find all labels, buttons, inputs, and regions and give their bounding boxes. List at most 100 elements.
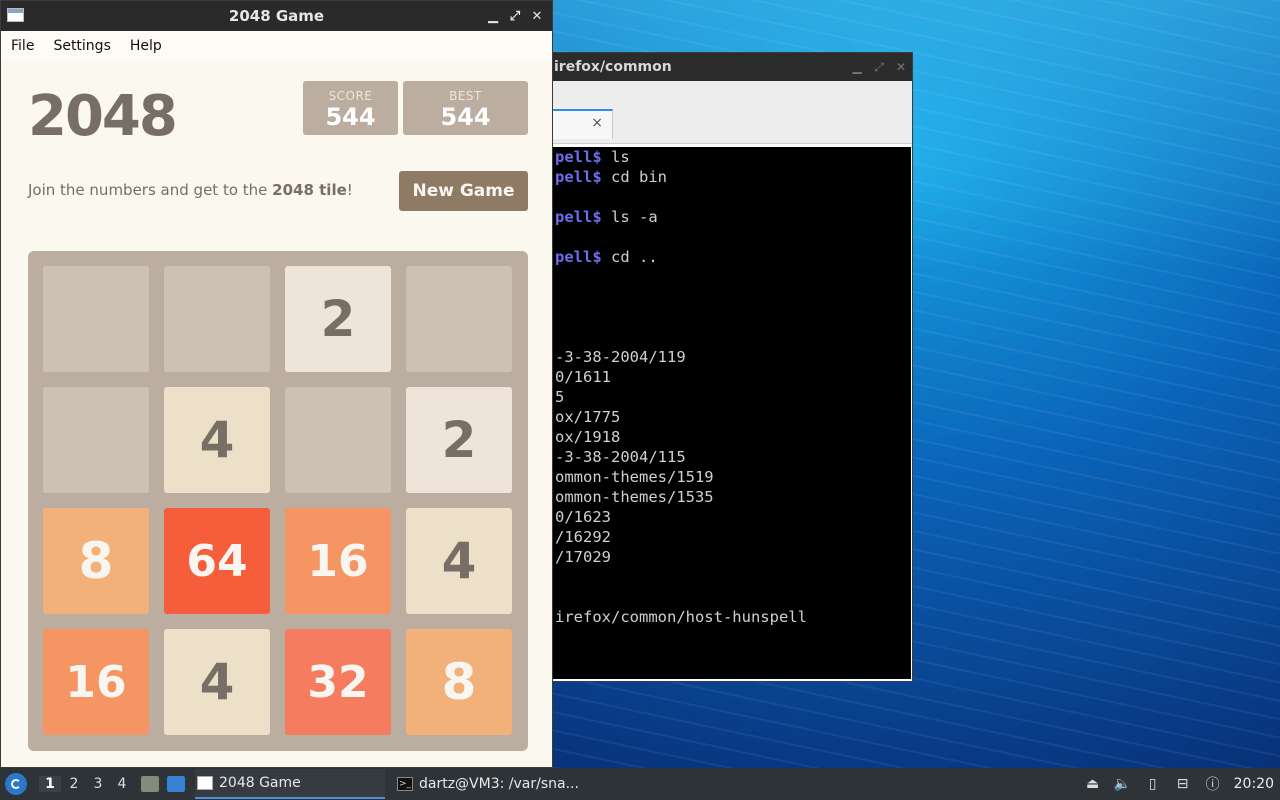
terminal-text: ox/1775 bbox=[555, 408, 621, 426]
score-value: 544 bbox=[325, 103, 376, 131]
network-icon[interactable]: ⊟ bbox=[1174, 775, 1192, 793]
terminal-text: ommon-themes/1535 bbox=[555, 488, 714, 506]
terminal-text: irefox/common/host-hunspell bbox=[555, 608, 807, 626]
terminal-line: 0/1623 bbox=[545, 507, 911, 527]
volume-icon[interactable]: 🔈 bbox=[1114, 775, 1132, 793]
game-window-title: 2048 Game bbox=[228, 7, 325, 25]
minimize-icon[interactable]: ▁ bbox=[846, 60, 868, 74]
terminal-window[interactable]: irefox/common ▁ ⤢ ✕ × pell$ ls pell$ cd b… bbox=[540, 52, 913, 682]
terminal-text: ls bbox=[601, 148, 630, 166]
empty-cell bbox=[43, 266, 149, 372]
menu-file[interactable]: File bbox=[11, 38, 34, 54]
terminal-prompt: pell$ bbox=[555, 168, 602, 186]
terminal-line: 5 bbox=[545, 387, 911, 407]
tagline: Join the numbers and get to the 2048 til… bbox=[28, 181, 353, 199]
menu-settings[interactable]: Settings bbox=[53, 38, 110, 54]
clipboard-icon[interactable]: ▯ bbox=[1144, 775, 1162, 793]
terminal-line: ox/1775 bbox=[545, 407, 911, 427]
terminal-line: pell$ cd bin bbox=[545, 167, 911, 187]
tagline-bold: 2048 tile bbox=[272, 181, 347, 199]
game-heading: 2048 bbox=[28, 84, 178, 149]
best-value: 544 bbox=[440, 103, 491, 131]
workspace-4[interactable]: 4 bbox=[111, 776, 133, 792]
best-box: BEST 544 bbox=[403, 81, 528, 135]
show-desktop-icon[interactable] bbox=[167, 776, 185, 792]
terminal-text: 0/1623 bbox=[555, 508, 611, 526]
terminal-output[interactable]: pell$ ls pell$ cd bin pell$ ls -a pell$ cd … bbox=[545, 147, 911, 679]
file-manager-icon[interactable] bbox=[141, 776, 159, 792]
game-titlebar[interactable]: 2048 Game ▁ ⤢ ✕ bbox=[1, 1, 552, 31]
terminal-text: ls -a bbox=[601, 208, 658, 226]
window-icon bbox=[197, 776, 213, 790]
workspace-2[interactable]: 2 bbox=[63, 776, 85, 792]
task-2048-game[interactable]: 2048 Game bbox=[195, 769, 385, 799]
score-box: SCORE 544 bbox=[303, 81, 398, 135]
terminal-line: ox/1918 bbox=[545, 427, 911, 447]
terminal-text: -3-38-2004/115 bbox=[555, 448, 686, 466]
close-icon[interactable]: ✕ bbox=[890, 60, 912, 74]
close-icon[interactable]: ✕ bbox=[526, 9, 548, 24]
terminal-tabstrip: × bbox=[541, 81, 912, 144]
terminal-text: cd bin bbox=[601, 168, 667, 186]
start-menu-icon[interactable] bbox=[5, 773, 27, 795]
empty-cell bbox=[43, 387, 149, 493]
empty-cell bbox=[406, 266, 512, 372]
task-terminal[interactable]: >_ dartz@VM3: /var/sna... bbox=[395, 769, 595, 799]
terminal-line: pell$ ls -a bbox=[545, 207, 911, 227]
tile-4: 4 bbox=[164, 629, 270, 735]
terminal-line: /17029 bbox=[545, 547, 911, 567]
tile-4: 4 bbox=[164, 387, 270, 493]
update-notifier-icon[interactable]: ⓘ bbox=[1204, 775, 1222, 793]
tile-8: 8 bbox=[406, 629, 512, 735]
tile-2: 2 bbox=[406, 387, 512, 493]
terminal-line: -3-38-2004/119 bbox=[545, 347, 911, 367]
terminal-title: irefox/common bbox=[554, 59, 672, 75]
terminal-text: 5 bbox=[555, 388, 565, 406]
workspace-1[interactable]: 1 bbox=[39, 776, 61, 792]
best-label: BEST bbox=[449, 89, 482, 103]
eject-icon[interactable]: ⏏ bbox=[1084, 775, 1102, 793]
tile-2: 2 bbox=[285, 266, 391, 372]
taskbar: 1 2 3 4 2048 Game >_ dartz@VM3: /var/sna… bbox=[0, 768, 1280, 800]
tab-close-icon[interactable]: × bbox=[591, 115, 603, 131]
maximize-icon[interactable]: ⤢ bbox=[868, 60, 890, 75]
terminal-titlebar[interactable]: irefox/common ▁ ⤢ ✕ bbox=[541, 53, 912, 81]
terminal-line: 0/1611 bbox=[545, 367, 911, 387]
new-game-button[interactable]: New Game bbox=[399, 171, 528, 211]
menubar: File Settings Help bbox=[1, 31, 552, 61]
tile-4: 4 bbox=[406, 508, 512, 614]
clock[interactable]: 20:20 bbox=[1234, 776, 1274, 792]
terminal-text: ox/1918 bbox=[555, 428, 621, 446]
tile-32: 32 bbox=[285, 629, 391, 735]
terminal-prompt: pell$ bbox=[555, 148, 602, 166]
tile-16: 16 bbox=[43, 629, 149, 735]
terminal-prompt: pell$ bbox=[555, 208, 602, 226]
menu-help[interactable]: Help bbox=[130, 38, 162, 54]
task-label: 2048 Game bbox=[219, 775, 301, 791]
game-window[interactable]: 2048 Game ▁ ⤢ ✕ File Settings Help 2048 … bbox=[0, 0, 553, 768]
terminal-text: /16292 bbox=[555, 528, 611, 546]
workspace-3[interactable]: 3 bbox=[87, 776, 109, 792]
tile-8: 8 bbox=[43, 508, 149, 614]
terminal-text: ommon-themes/1519 bbox=[555, 468, 714, 486]
terminal-line: pell$ ls bbox=[545, 147, 911, 167]
tagline-prefix: Join the numbers and get to the bbox=[28, 181, 273, 199]
terminal-text: -3-38-2004/119 bbox=[555, 348, 686, 366]
terminal-text: /17029 bbox=[555, 548, 611, 566]
minimize-icon[interactable]: ▁ bbox=[482, 9, 504, 24]
tagline-suffix: ! bbox=[346, 181, 353, 199]
game-board[interactable]: 2 4 2 8 64 16 4 16 4 32 8 bbox=[28, 251, 528, 751]
terminal-line: irefox/common/host-hunspell bbox=[545, 607, 911, 627]
maximize-icon[interactable]: ⤢ bbox=[504, 9, 526, 24]
task-label: dartz@VM3: /var/sna... bbox=[419, 776, 579, 792]
empty-cell bbox=[164, 266, 270, 372]
terminal-line: -3-38-2004/115 bbox=[545, 447, 911, 467]
terminal-icon: >_ bbox=[397, 777, 413, 791]
